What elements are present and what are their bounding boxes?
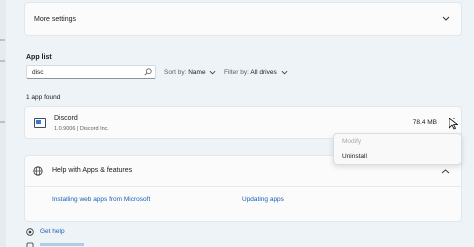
chevron-down-icon bbox=[442, 16, 450, 21]
help-panel: Help with Apps & features Installing web… bbox=[24, 155, 462, 222]
app-version: 1.0.9006 bbox=[54, 126, 76, 132]
globe-icon bbox=[33, 166, 43, 176]
nav-mark bbox=[0, 60, 5, 62]
app-context-menu: Modify Uninstall bbox=[333, 133, 462, 165]
sort-by-label: Sort by: bbox=[164, 69, 187, 76]
help-link-updating-apps[interactable]: Updating apps bbox=[242, 196, 284, 203]
discord-app-icon bbox=[34, 118, 46, 128]
chevron-down-icon bbox=[281, 70, 287, 75]
app-size: 78.4 MB bbox=[412, 119, 437, 126]
search-value: disc bbox=[32, 69, 44, 76]
search-icon[interactable] bbox=[144, 68, 152, 76]
truncated-text-strip bbox=[40, 243, 84, 246]
truncated-bottom-link bbox=[26, 242, 86, 247]
menu-item-modify: Modify bbox=[342, 138, 362, 145]
app-list-heading: App list bbox=[26, 54, 52, 61]
menu-item-uninstall[interactable]: Uninstall bbox=[342, 153, 367, 160]
get-help-link[interactable]: Get help bbox=[40, 228, 65, 235]
feedback-icon bbox=[26, 242, 34, 247]
app-search-input[interactable]: disc bbox=[26, 65, 156, 79]
divider bbox=[25, 186, 461, 187]
chevron-up-icon[interactable] bbox=[441, 168, 450, 175]
sort-by-value: Name bbox=[188, 69, 206, 76]
app-publisher: Discord Inc. bbox=[79, 126, 109, 132]
filter-by-dropdown[interactable]: Filter by: All drives bbox=[224, 69, 288, 76]
help-heading: Help with Apps & features bbox=[52, 167, 133, 174]
filter-by-value: All drives bbox=[250, 69, 277, 76]
more-settings-row[interactable]: More settings bbox=[24, 2, 462, 36]
app-name: Discord bbox=[54, 115, 78, 122]
results-count: 1 app found bbox=[26, 94, 61, 101]
help-link-installing-web-apps[interactable]: Installing web apps from Microsoft bbox=[52, 196, 150, 203]
get-help-icon bbox=[26, 228, 34, 236]
sort-by-dropdown[interactable]: Sort by: Name bbox=[164, 69, 216, 76]
nav-mark bbox=[0, 121, 5, 123]
app-details: 1.0.9006 | Discord Inc. bbox=[54, 126, 109, 132]
more-settings-label: More settings bbox=[34, 16, 77, 23]
mouse-cursor-icon bbox=[449, 118, 458, 130]
navigation-pane-edge bbox=[0, 0, 6, 247]
filter-by-label: Filter by: bbox=[224, 69, 249, 76]
chevron-down-icon bbox=[209, 70, 216, 75]
nav-mark bbox=[0, 39, 5, 41]
